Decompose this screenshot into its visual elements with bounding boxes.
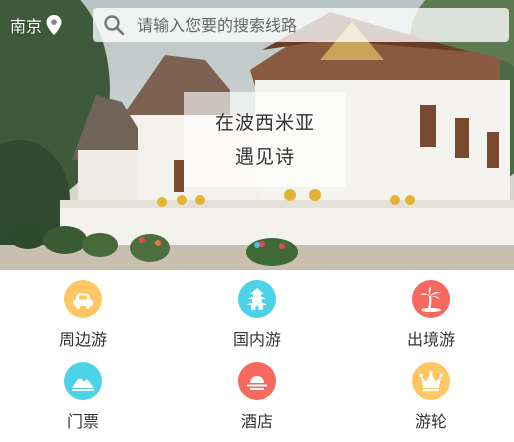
category-grid: 周边游 国内游 出境游门票 酒店 游轮 [0, 270, 514, 442]
category-item[interactable]: 国内游 [197, 280, 317, 360]
crown-icon [412, 362, 450, 400]
category-label: 游轮 [414, 412, 447, 431]
category-label: 出境游 [406, 330, 455, 349]
carousel-indicator [0, 242, 514, 248]
category-item[interactable]: 酒店 [197, 362, 317, 442]
location-pin-icon [46, 15, 62, 35]
search-icon [104, 15, 125, 36]
carousel-dot[interactable] [254, 242, 260, 248]
category-label: 国内游 [232, 330, 281, 349]
banner-caption-line2: 遇见诗 [234, 145, 295, 168]
search-bar[interactable] [93, 8, 509, 42]
banner-carousel[interactable]: 南京 在波西米亚 遇见诗 [0, 0, 514, 270]
category-item[interactable]: 出境游 [371, 280, 491, 360]
banner-caption-line1: 在波西米亚 [214, 111, 315, 134]
sunrise-icon [238, 362, 276, 400]
search-input[interactable] [135, 14, 479, 36]
city-name: 南京 [10, 17, 43, 36]
category-label: 门票 [66, 412, 99, 431]
palm-tree-icon [412, 280, 450, 318]
category-item[interactable]: 周边游 [23, 280, 143, 360]
category-item[interactable]: 游轮 [371, 362, 491, 442]
category-item[interactable]: 门票 [23, 362, 143, 442]
category-label: 周边游 [58, 330, 107, 349]
car-icon [64, 280, 102, 318]
mountain-icon [64, 362, 102, 400]
category-label: 酒店 [240, 412, 273, 431]
banner-caption: 在波西米亚 遇见诗 [184, 92, 346, 187]
app-root: 南京 在波西米亚 遇见诗 周边游 国内游 出境游门票 酒店 游轮 [0, 0, 514, 442]
pagoda-icon [238, 280, 276, 318]
city-selector[interactable]: 南京 [10, 12, 62, 38]
